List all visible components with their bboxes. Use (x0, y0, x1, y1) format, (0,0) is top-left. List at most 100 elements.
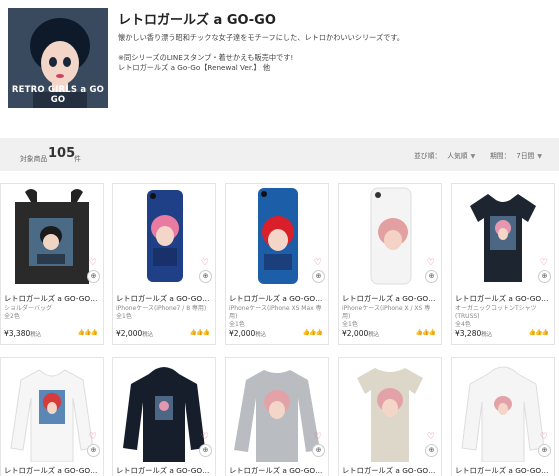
product-card[interactable]: ♡ ⊕ レトロガールズ a GO-GO… iPhoneケース(iPhone XS… (225, 183, 329, 345)
product-name[interactable]: レトロガールズ a GO-GO… (4, 294, 100, 304)
chevron-down-icon: ▼ (537, 153, 542, 160)
product-price: ¥2,000税込 (342, 329, 379, 338)
product-image[interactable]: ♡ ⊕ (113, 184, 215, 288)
favorite-heart-icon[interactable]: ♡ (314, 258, 322, 268)
product-name[interactable]: レトロガールズ a GO-GO… (342, 294, 438, 304)
product-image[interactable]: ♡ ⊕ (452, 358, 554, 462)
period-value: 7日間 (516, 152, 535, 160)
product-name[interactable]: レトロガールズ a GO-GO… (455, 294, 551, 304)
product-name[interactable]: レトロガールズ a GO-GO… (4, 466, 100, 476)
product-image[interactable]: ♡ ⊕ (339, 184, 441, 288)
price-value: ¥3,280 (455, 329, 482, 338)
result-count-label: 対象商品 (20, 155, 48, 163)
sort-select[interactable]: 並び順： 人気順 ▼ (414, 150, 475, 160)
product-card[interactable]: ♡ ⊕ レトロガールズ a GO-GO… iPhoneケース(iPhone7 /… (112, 183, 216, 345)
product-price: ¥3,380税込 (4, 329, 41, 338)
product-type: オーガニックコットンTシャツ(TRUSS) 全4色 (455, 305, 551, 329)
price-value: ¥3,380 (4, 329, 31, 338)
product-name[interactable]: レトロガールズ a GO-GO… (229, 466, 325, 476)
zoom-icon[interactable]: ⊕ (538, 444, 551, 457)
rating-badge: 👍👍👍 (302, 329, 323, 336)
favorite-heart-icon[interactable]: ♡ (427, 258, 435, 268)
product-card[interactable]: ♡ ⊕ レトロガールズ a GO-GO… オーガニックコットンTシャツ(TRUS… (451, 183, 555, 345)
favorite-heart-icon[interactable]: ♡ (540, 258, 548, 268)
shop-avatar[interactable]: RETRO GIRLS a GO GO (8, 8, 108, 108)
favorite-heart-icon[interactable]: ♡ (427, 432, 435, 442)
avatar-caption: RETRO GIRLS a GO GO (11, 85, 105, 105)
product-card[interactable]: ♡ ⊕ レトロガールズ a GO-GO… ショルダーバッグ 全2色 ¥3,380… (0, 183, 104, 345)
product-image[interactable]: ♡ ⊕ (339, 358, 441, 462)
sort-value: 人気順 (447, 152, 468, 160)
favorite-heart-icon[interactable]: ♡ (201, 258, 209, 268)
rating-badge: 👍👍👍 (77, 329, 98, 336)
result-count-unit: 件 (74, 155, 81, 163)
zoom-icon[interactable]: ⊕ (425, 444, 438, 457)
zoom-icon[interactable]: ⊕ (538, 270, 551, 283)
zoom-icon[interactable]: ⊕ (199, 444, 212, 457)
product-variants: 全1色 (342, 321, 358, 328)
zoom-icon[interactable]: ⊕ (199, 270, 212, 283)
tax-label: 税込 (255, 332, 267, 338)
price-value: ¥2,000 (342, 329, 369, 338)
rating-badge: 👍👍👍 (528, 329, 549, 336)
zoom-icon[interactable]: ⊕ (312, 444, 325, 457)
product-type-label: iPhoneケース(iPhone XS Max 専用) (229, 305, 322, 320)
chevron-down-icon: ▼ (470, 153, 476, 160)
tax-label: 税込 (142, 332, 154, 338)
sort-label: 並び順： (414, 152, 442, 160)
favorite-heart-icon[interactable]: ♡ (540, 432, 548, 442)
price-value: ¥2,000 (229, 329, 256, 338)
product-image[interactable]: ♡ ⊕ (1, 358, 103, 462)
favorite-heart-icon[interactable]: ♡ (314, 432, 322, 442)
rating-badge: 👍👍👍 (189, 329, 210, 336)
product-image[interactable]: ♡ ⊕ (1, 184, 103, 288)
product-price: ¥3,280税込 (455, 329, 492, 338)
zoom-icon[interactable]: ⊕ (87, 444, 100, 457)
product-image[interactable]: ♡ ⊕ (113, 358, 215, 462)
product-type: iPhoneケース(iPhone7 / 8 専用) 全1色 (116, 305, 212, 321)
product-type-label: オーガニックコットンTシャツ(TRUSS) (455, 305, 537, 320)
product-card[interactable]: ♡ ⊕ レトロガールズ a GO-GO… iPhoneケース(iPhone X … (338, 183, 442, 345)
product-type: iPhoneケース(iPhone XS Max 専用) 全1色 (229, 305, 325, 329)
product-type: iPhoneケース(iPhone X / XS 専用) 全1色 (342, 305, 438, 329)
product-name[interactable]: レトロガールズ a GO-GO… (455, 466, 551, 476)
zoom-icon[interactable]: ⊕ (312, 270, 325, 283)
product-name[interactable]: レトロガールズ a GO-GO… (116, 294, 212, 304)
period-select[interactable]: 期間： 7日間 ▼ (490, 150, 542, 160)
tax-label: 税込 (30, 332, 42, 338)
product-name[interactable]: レトロガールズ a GO-GO… (229, 294, 325, 304)
product-card[interactable]: ♡ ⊕ レトロガールズ a GO-GO… (0, 357, 104, 476)
product-name[interactable]: レトロガールズ a GO-GO… (116, 466, 212, 476)
product-card[interactable]: ♡ ⊕ レトロガールズ a GO-GO… (451, 357, 555, 476)
favorite-heart-icon[interactable]: ♡ (201, 432, 209, 442)
product-variants: 全1色 (116, 313, 132, 320)
product-type-label: iPhoneケース(iPhone7 / 8 専用) (116, 305, 207, 312)
product-variants: 全2色 (4, 313, 20, 320)
product-card[interactable]: ♡ ⊕ レトロガールズ a GO-GO… (225, 357, 329, 476)
zoom-icon[interactable]: ⊕ (425, 270, 438, 283)
product-card[interactable]: ♡ ⊕ レトロガールズ a GO-GO… (112, 357, 216, 476)
shop-desc-line-2: ※同シリーズのLINEスタンプ・着せかえも販売中です! (118, 53, 294, 62)
shop-desc-line-1: 懐かしい香り漂う昭和チックな女子達をモチーフにした、レトロかわいいシリーズです。 (118, 33, 404, 42)
product-image[interactable]: ♡ ⊕ (452, 184, 554, 288)
shop-description: 懐かしい香り漂う昭和チックな女子達をモチーフにした、レトロかわいいシリーズです。… (118, 33, 548, 73)
price-value: ¥2,000 (116, 329, 143, 338)
product-price: ¥2,000税込 (116, 329, 153, 338)
product-type: ショルダーバッグ 全2色 (4, 305, 100, 321)
product-name[interactable]: レトロガールズ a GO-GO… (342, 466, 438, 476)
shop-header: RETRO GIRLS a GO GO レトロガールズ a GO-GO 懐かしい… (0, 0, 559, 118)
tax-label: 税込 (368, 332, 380, 338)
product-type-label: iPhoneケース(iPhone X / XS 専用) (342, 305, 431, 320)
zoom-icon[interactable]: ⊕ (87, 270, 100, 283)
product-variants: 全1色 (229, 321, 245, 328)
favorite-heart-icon[interactable]: ♡ (89, 432, 97, 442)
product-image[interactable]: ♡ ⊕ (226, 358, 328, 462)
shop-title: レトロガールズ a GO-GO (118, 13, 276, 28)
favorite-heart-icon[interactable]: ♡ (89, 258, 97, 268)
period-label: 期間： (490, 152, 511, 160)
result-count: 105 (48, 146, 76, 161)
product-image[interactable]: ♡ ⊕ (226, 184, 328, 288)
product-card[interactable]: ♡ ⊕ レトロガールズ a GO-GO… (338, 357, 442, 476)
tax-label: 税込 (481, 332, 493, 338)
product-price: ¥2,000税込 (229, 329, 266, 338)
